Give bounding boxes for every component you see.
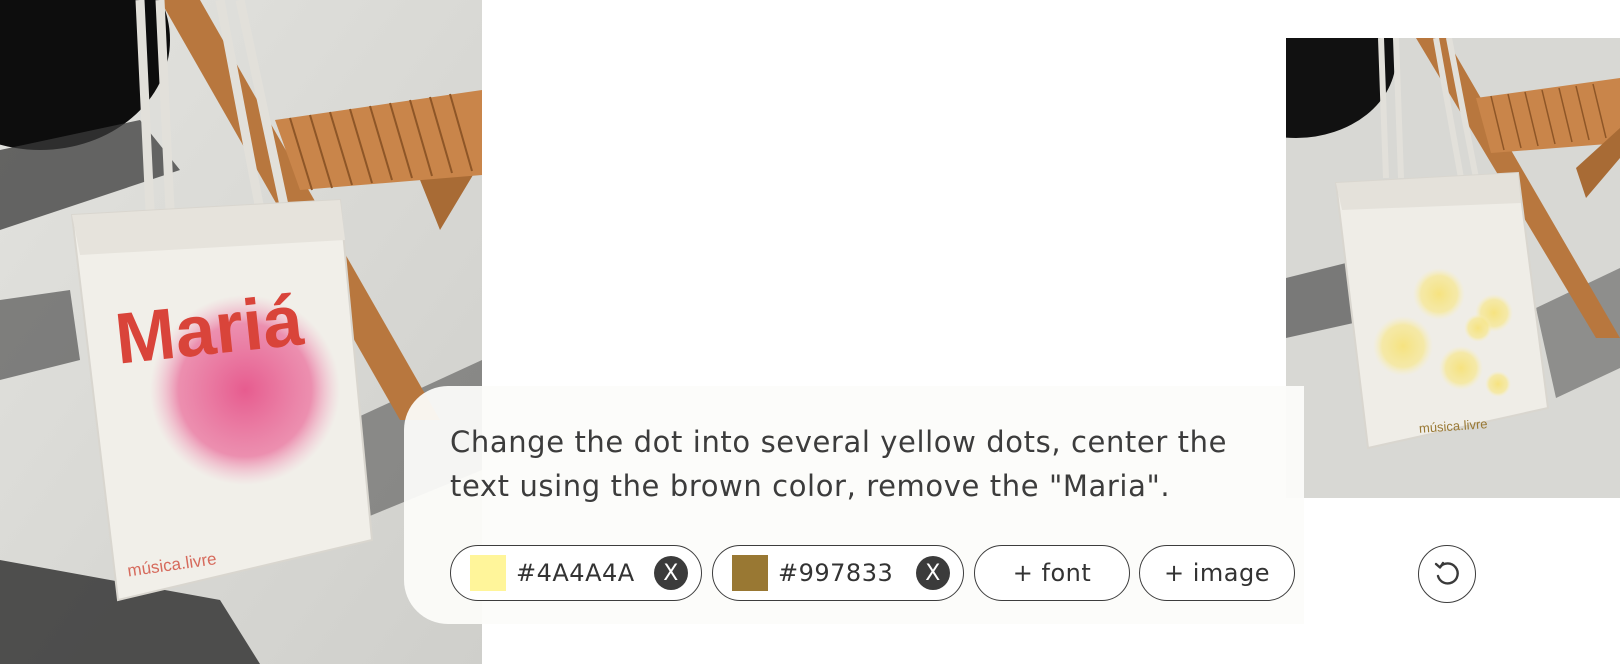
color-chip-1[interactable]: #4A4A4A X: [450, 545, 702, 601]
reset-icon: [1434, 561, 1459, 585]
result-photo: música.livre: [1286, 38, 1620, 498]
color-hex-label: #4A4A4A: [516, 559, 635, 587]
close-icon[interactable]: X: [654, 556, 688, 590]
result-photo-scene: música.livre: [1286, 38, 1620, 498]
color-chip-2[interactable]: #997833 X: [712, 545, 964, 601]
yellow-dot: [1485, 371, 1511, 397]
yellow-dot: [1373, 316, 1433, 376]
add-image-button[interactable]: + image: [1139, 545, 1295, 601]
add-font-button[interactable]: + font: [974, 545, 1130, 601]
color-swatch[interactable]: [470, 555, 506, 591]
prompt-text[interactable]: Change the dot into several yellow dots,…: [450, 420, 1270, 508]
reset-button[interactable]: [1418, 545, 1476, 603]
color-swatch[interactable]: [732, 555, 768, 591]
close-icon[interactable]: X: [916, 556, 950, 590]
yellow-dot: [1413, 268, 1465, 320]
yellow-dot: [1439, 346, 1483, 390]
color-hex-label: #997833: [778, 559, 894, 587]
yellow-dot: [1464, 314, 1492, 342]
